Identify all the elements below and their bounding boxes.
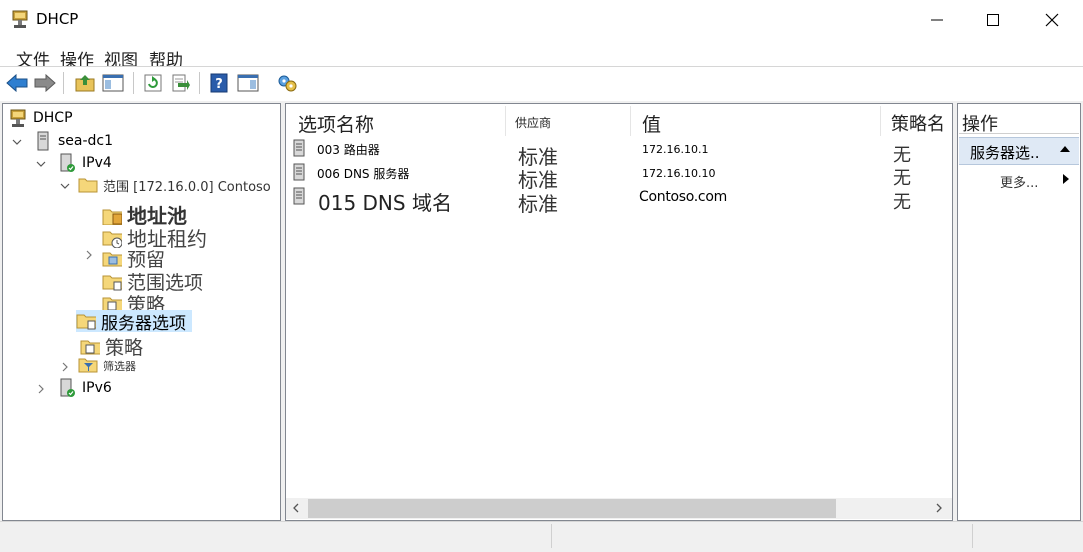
cell-option-name: 015 DNS 域名 [318,191,452,215]
maximize-icon [987,14,999,26]
cell-value: Contoso.com [639,189,727,205]
scroll-left-icon[interactable] [291,503,301,513]
cell-value: 172.16.10.1 [642,143,709,156]
tree-node-server-options[interactable]: 服务器选项 [76,310,192,334]
column-header-policy-name[interactable]: 策略名 [891,110,945,136]
tree-node-dhcp[interactable]: DHCP [8,108,73,128]
minimize-icon [931,19,943,21]
action-pane [957,103,1081,521]
tree-label: IPv6 [82,380,112,396]
server-ok-icon [60,378,75,397]
tree-node-server[interactable]: sea-dc1 [33,131,113,151]
server-options-button[interactable] [275,71,299,95]
filter-icon [78,358,98,373]
column-header-value[interactable]: 值 [642,110,661,137]
close-button[interactable] [1024,0,1080,40]
option-icon [293,163,305,181]
chevron-down-icon[interactable] [60,181,70,191]
collapse-up-icon[interactable] [1059,145,1071,153]
option-icon [293,139,305,157]
refresh-icon [144,74,162,92]
tree-node-ipv4[interactable]: IPv4 [57,153,112,173]
tree-label: IPv4 [82,155,112,171]
forward-arrow-icon [34,74,56,92]
tree-label: 服务器选项 [101,313,186,334]
help-button[interactable]: ? [207,71,231,95]
server-ok-icon [60,153,75,172]
tree-label: DHCP [33,110,73,126]
column-header-option-name[interactable]: 选项名称 [298,110,374,137]
cell-vendor: 标准 [518,192,558,216]
address-pool-icon [102,209,122,225]
cell-option-name: 006 DNS 服务器 [317,167,410,181]
window-title: DHCP [36,10,79,28]
submenu-arrow-icon [1063,174,1069,184]
up-one-level-button[interactable] [73,71,97,95]
svg-text:?: ? [215,77,223,92]
column-divider[interactable] [505,106,506,136]
server-options-folder-icon [76,314,96,330]
show-hide-tree-icon [102,74,124,92]
horizontal-scroll-thumb[interactable] [308,499,836,518]
chevron-right-icon[interactable] [36,384,46,394]
toolbar-separator [199,72,200,94]
refresh-button[interactable] [141,71,165,95]
action-divider [959,133,1079,134]
back-button[interactable] [5,71,29,95]
toolbar-separator [133,72,134,94]
chevron-down-icon[interactable] [12,137,22,147]
scroll-right-icon[interactable] [934,503,944,513]
server-options-icon [278,75,297,92]
status-cell [0,524,552,548]
show-hide-action-pane-icon [237,74,259,92]
toolbar-separator [63,72,64,94]
export-list-button[interactable] [169,71,193,95]
column-header-vendor[interactable]: 供应商 [515,114,551,131]
table-row[interactable] [290,139,950,161]
up-folder-icon [75,75,95,92]
option-icon [293,187,305,205]
tree-node-ipv6[interactable]: IPv6 [57,378,112,398]
dhcp-icon [10,109,26,127]
scope-options-icon [102,275,122,290]
cell-policy-name: 无 [893,192,911,213]
column-divider[interactable] [630,106,631,136]
show-hide-action-pane-button[interactable] [236,71,260,95]
forward-button[interactable] [33,71,57,95]
tree-label: 筛选器 [103,360,136,373]
cell-option-name: 003 路由器 [317,143,380,157]
tree-node-filters[interactable]: 筛选器 [78,356,136,376]
chevron-right-icon[interactable] [60,362,70,372]
chevron-down-icon[interactable] [36,159,46,169]
action-more[interactable]: 更多... [1000,172,1038,191]
folder-icon [78,178,98,193]
policy-icon [80,340,100,354]
dhcp-icon [10,9,30,29]
maximize-button[interactable] [965,0,1021,40]
back-arrow-icon [6,74,28,92]
column-divider[interactable] [880,106,881,136]
minimize-button[interactable] [909,0,965,40]
server-icon [37,131,49,151]
tree-label: 范围 [172.16.0.0] Contoso [103,179,271,195]
chevron-right-icon[interactable] [84,250,94,260]
cell-value: 172.16.10.10 [642,167,716,180]
reservations-icon [102,252,122,266]
action-section-label: 服务器选.. [970,144,1040,162]
close-icon [1045,13,1059,27]
tree-label: sea-dc1 [58,133,114,149]
status-cell [552,524,973,548]
show-hide-tree-button[interactable] [101,71,125,95]
tree-node-scope[interactable]: 范围 [172.16.0.0] Contoso [78,175,271,195]
help-icon: ? [210,73,228,93]
export-list-icon [172,74,190,92]
